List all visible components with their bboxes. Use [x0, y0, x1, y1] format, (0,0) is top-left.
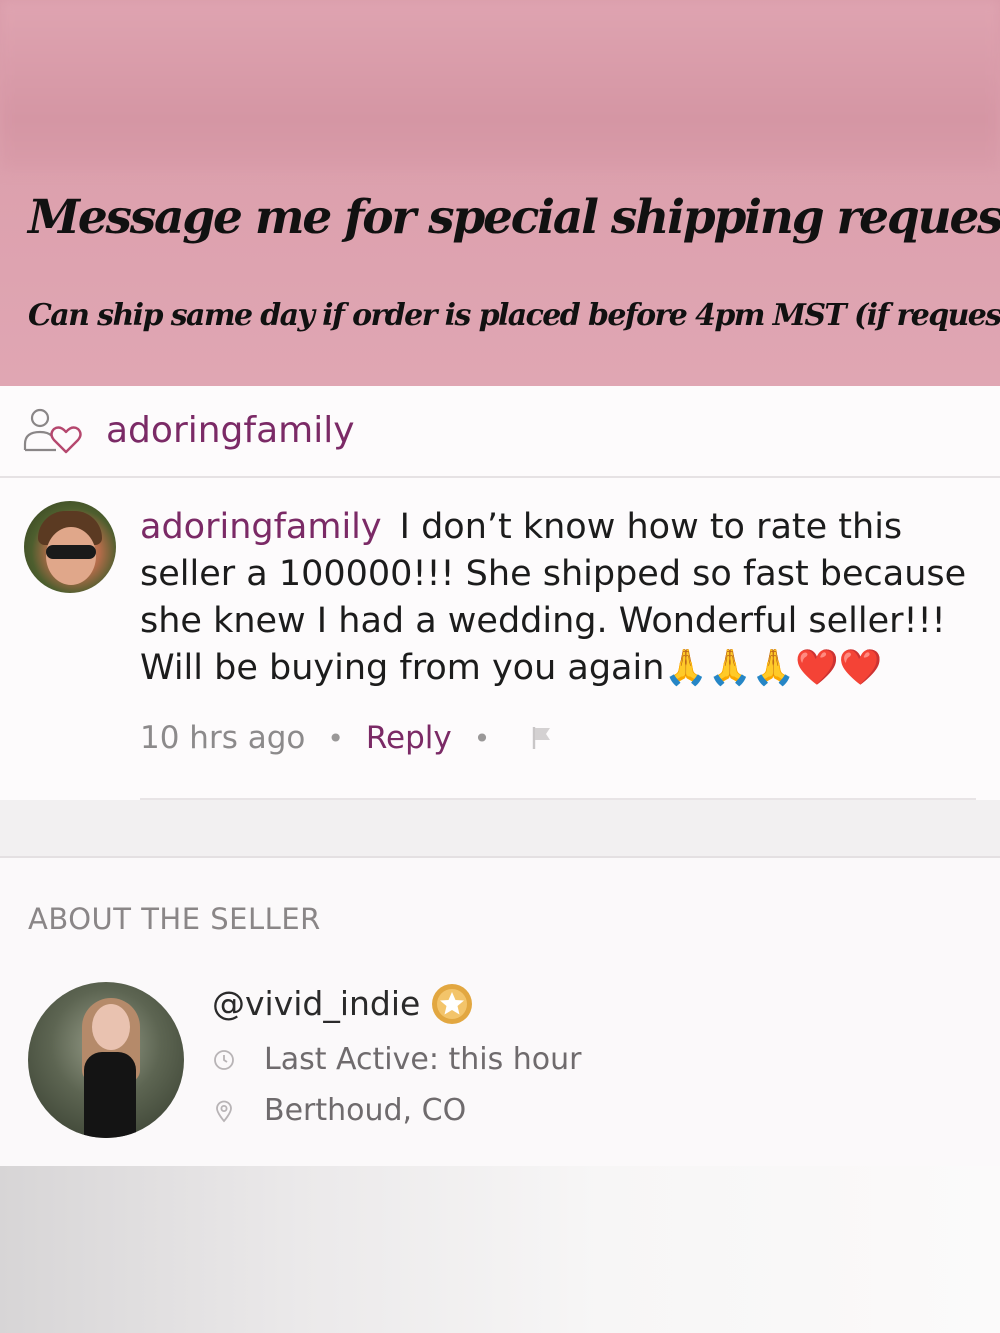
comment-author-link[interactable]: adoringfamily	[140, 507, 382, 547]
about-seller-heading: ABOUT THE SELLER	[28, 902, 321, 936]
review-username[interactable]: adoringfamily	[106, 410, 355, 451]
seller-avatar[interactable]	[28, 982, 184, 1138]
star-badge-icon	[432, 984, 472, 1024]
meta-separator: •	[473, 721, 491, 755]
people-heart-icon	[23, 408, 82, 454]
seller-handle[interactable]: @vivid_indie	[212, 984, 420, 1023]
last-active-row: Last Active: this hour	[212, 1042, 581, 1077]
banner-subtitle: Can ship same day if order is placed bef…	[28, 298, 1000, 333]
comment-meta: 10 hrs ago • Reply •	[140, 718, 554, 758]
comment-body: adoringfamily I don’t know how to rate th…	[140, 504, 980, 692]
commenter-avatar[interactable]	[24, 501, 116, 593]
flag-icon[interactable]	[530, 725, 554, 751]
reply-button[interactable]: Reply	[366, 720, 452, 756]
promo-banner: Message me for special shipping requests…	[0, 0, 1000, 386]
last-active-text: Last Active: this hour	[264, 1042, 582, 1077]
review-user-header[interactable]: adoringfamily	[0, 386, 1000, 478]
location-pin-icon	[216, 1100, 232, 1122]
location-row: Berthoud, CO	[212, 1093, 466, 1128]
comment-timestamp: 10 hrs ago	[140, 720, 306, 756]
banner-title: Message me for special shipping requests…	[28, 190, 1000, 245]
comment-item: adoringfamily I don’t know how to rate th…	[0, 478, 1000, 800]
about-seller-section: ABOUT THE SELLER @vivid_indie Last Activ…	[0, 858, 1000, 1166]
location-text: Berthoud, CO	[264, 1093, 467, 1128]
meta-separator: •	[327, 721, 344, 755]
clock-icon	[214, 1049, 234, 1070]
section-gap	[0, 800, 1000, 858]
banner-blur-area	[0, 0, 1000, 170]
bottom-blur-area	[0, 1166, 1000, 1333]
